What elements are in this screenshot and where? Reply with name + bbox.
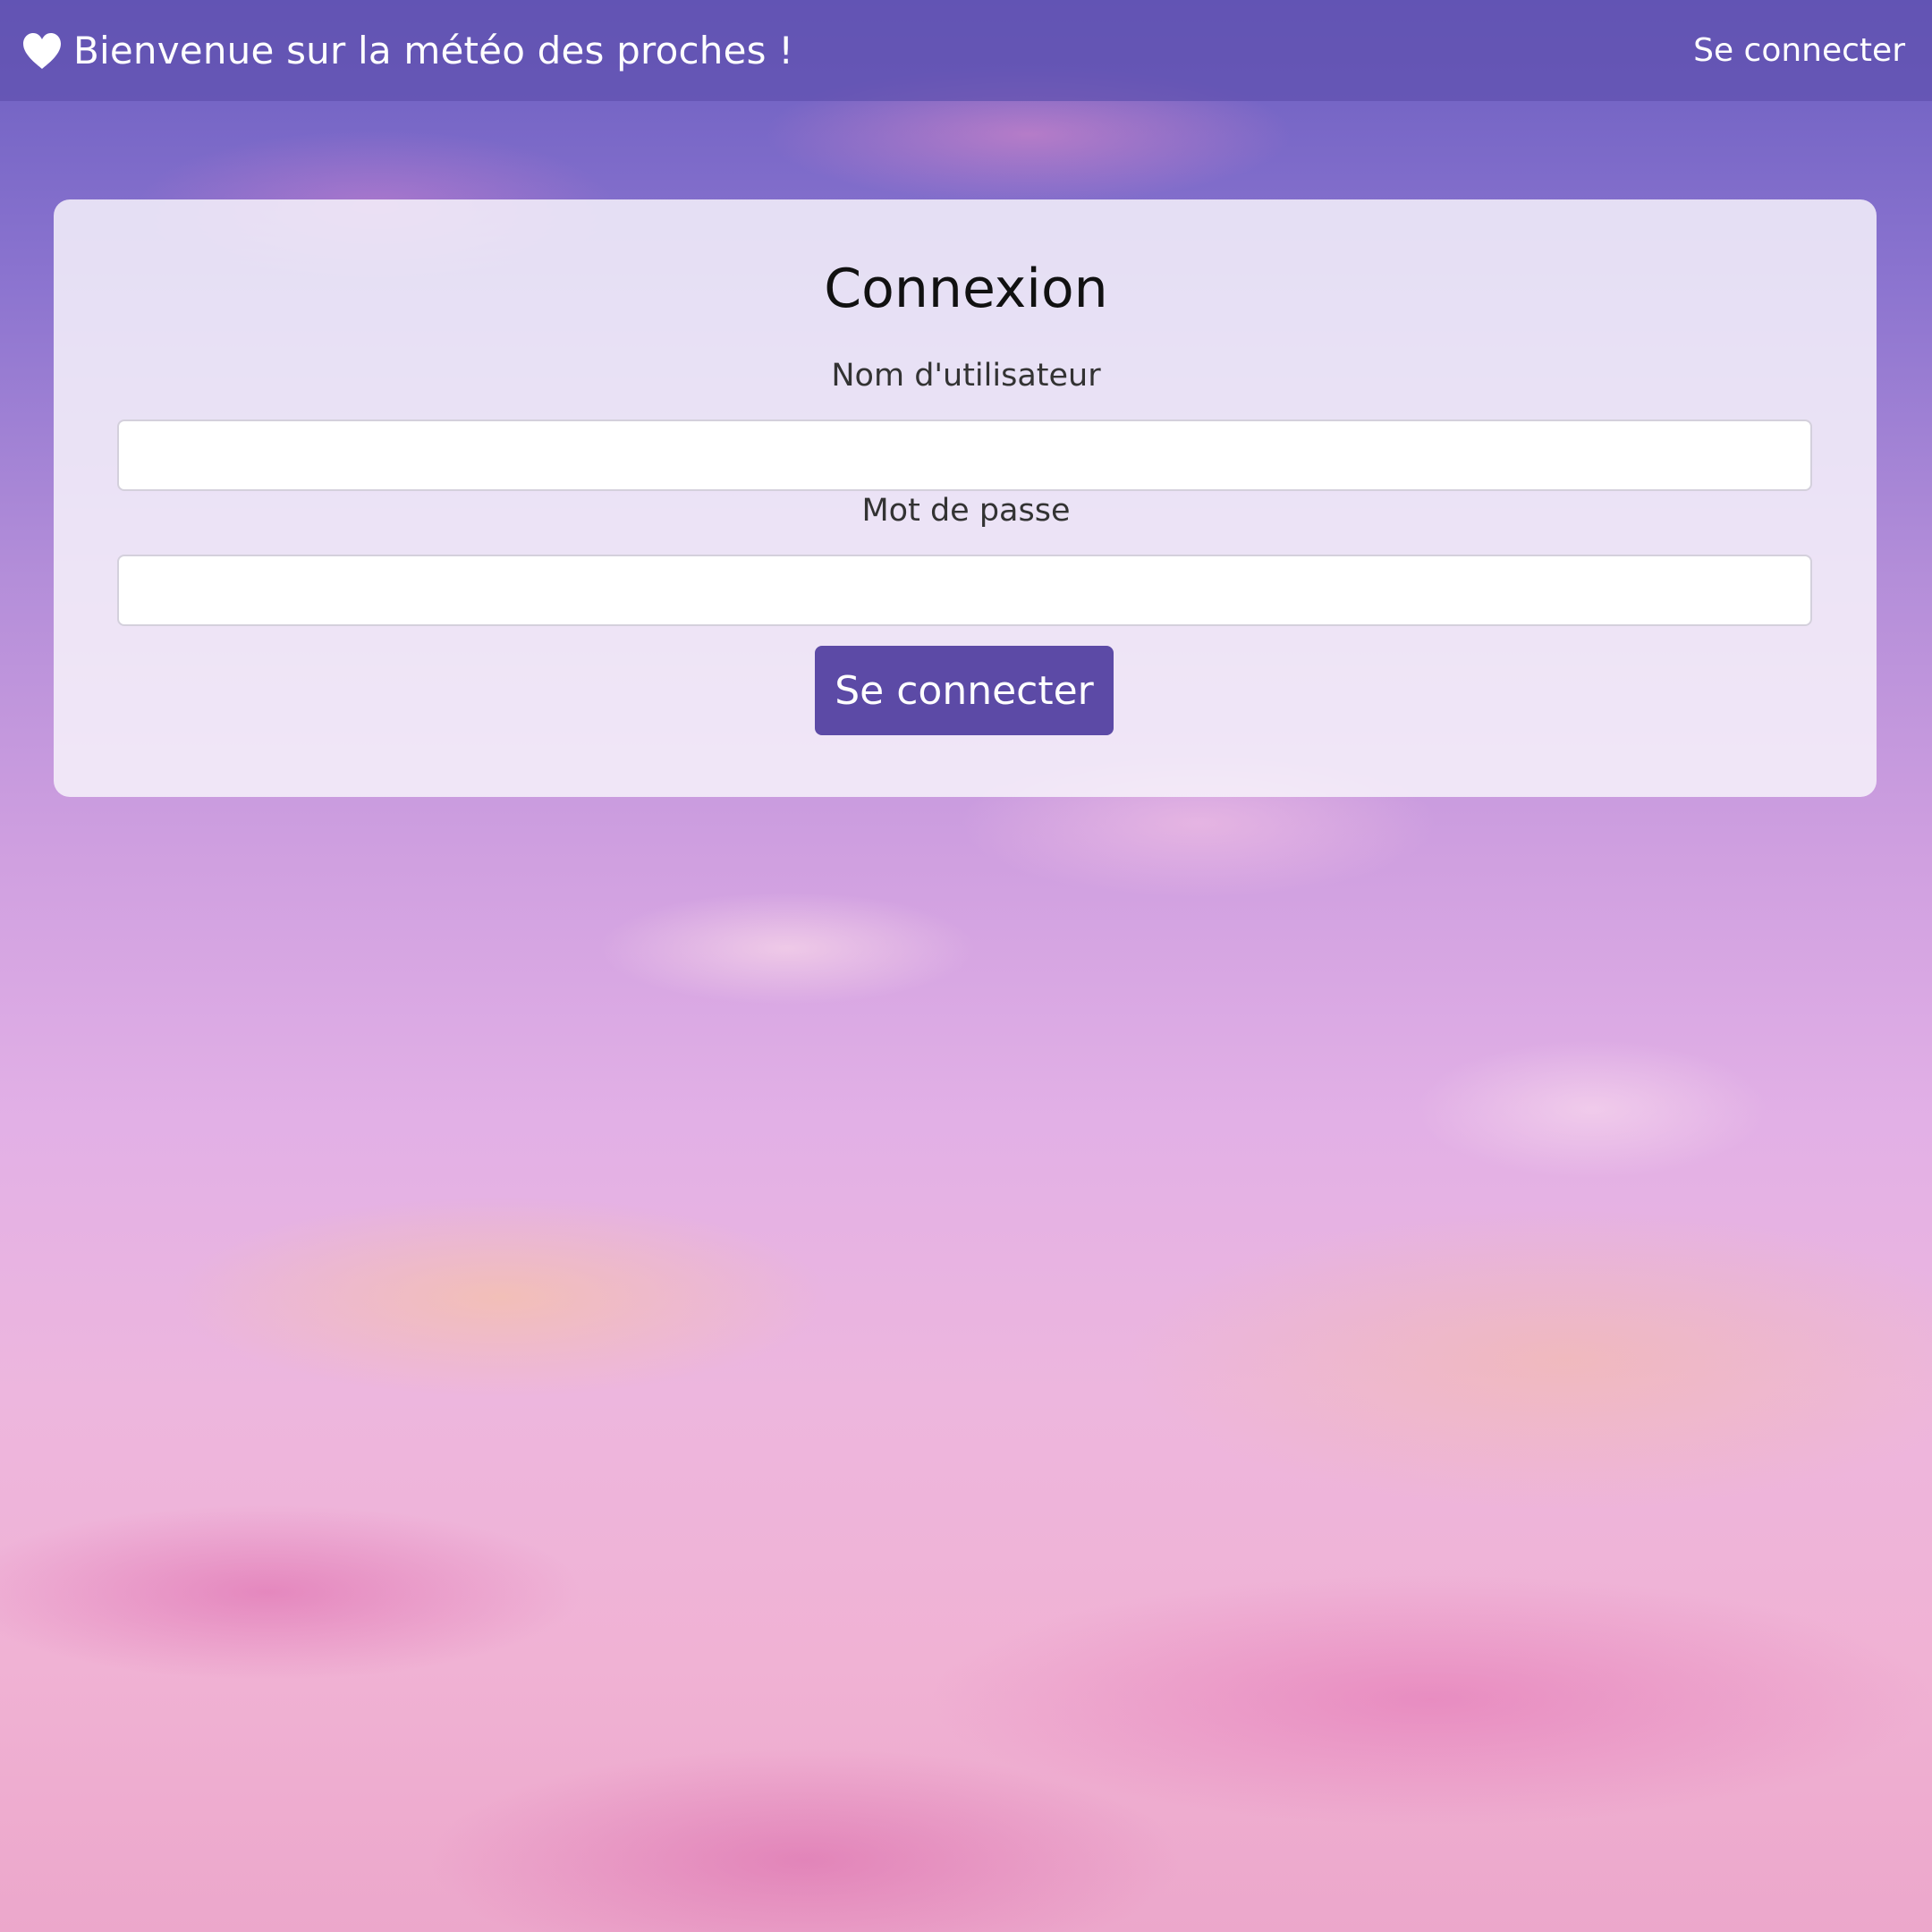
page-title: Connexion xyxy=(824,258,1108,320)
top-navbar: Bienvenue sur la météo des proches ! Se … xyxy=(0,0,1932,101)
password-input[interactable] xyxy=(117,555,1812,626)
username-input[interactable] xyxy=(117,419,1812,491)
submit-button[interactable]: Se connecter xyxy=(815,646,1114,735)
password-label: Mot de passe xyxy=(861,493,1071,529)
username-label: Nom d'utilisateur xyxy=(831,358,1101,394)
brand[interactable]: Bienvenue sur la météo des proches ! xyxy=(21,29,793,72)
heart-icon xyxy=(21,32,63,70)
brand-title: Bienvenue sur la météo des proches ! xyxy=(73,29,794,72)
nav-login-link[interactable]: Se connecter xyxy=(1693,32,1905,69)
